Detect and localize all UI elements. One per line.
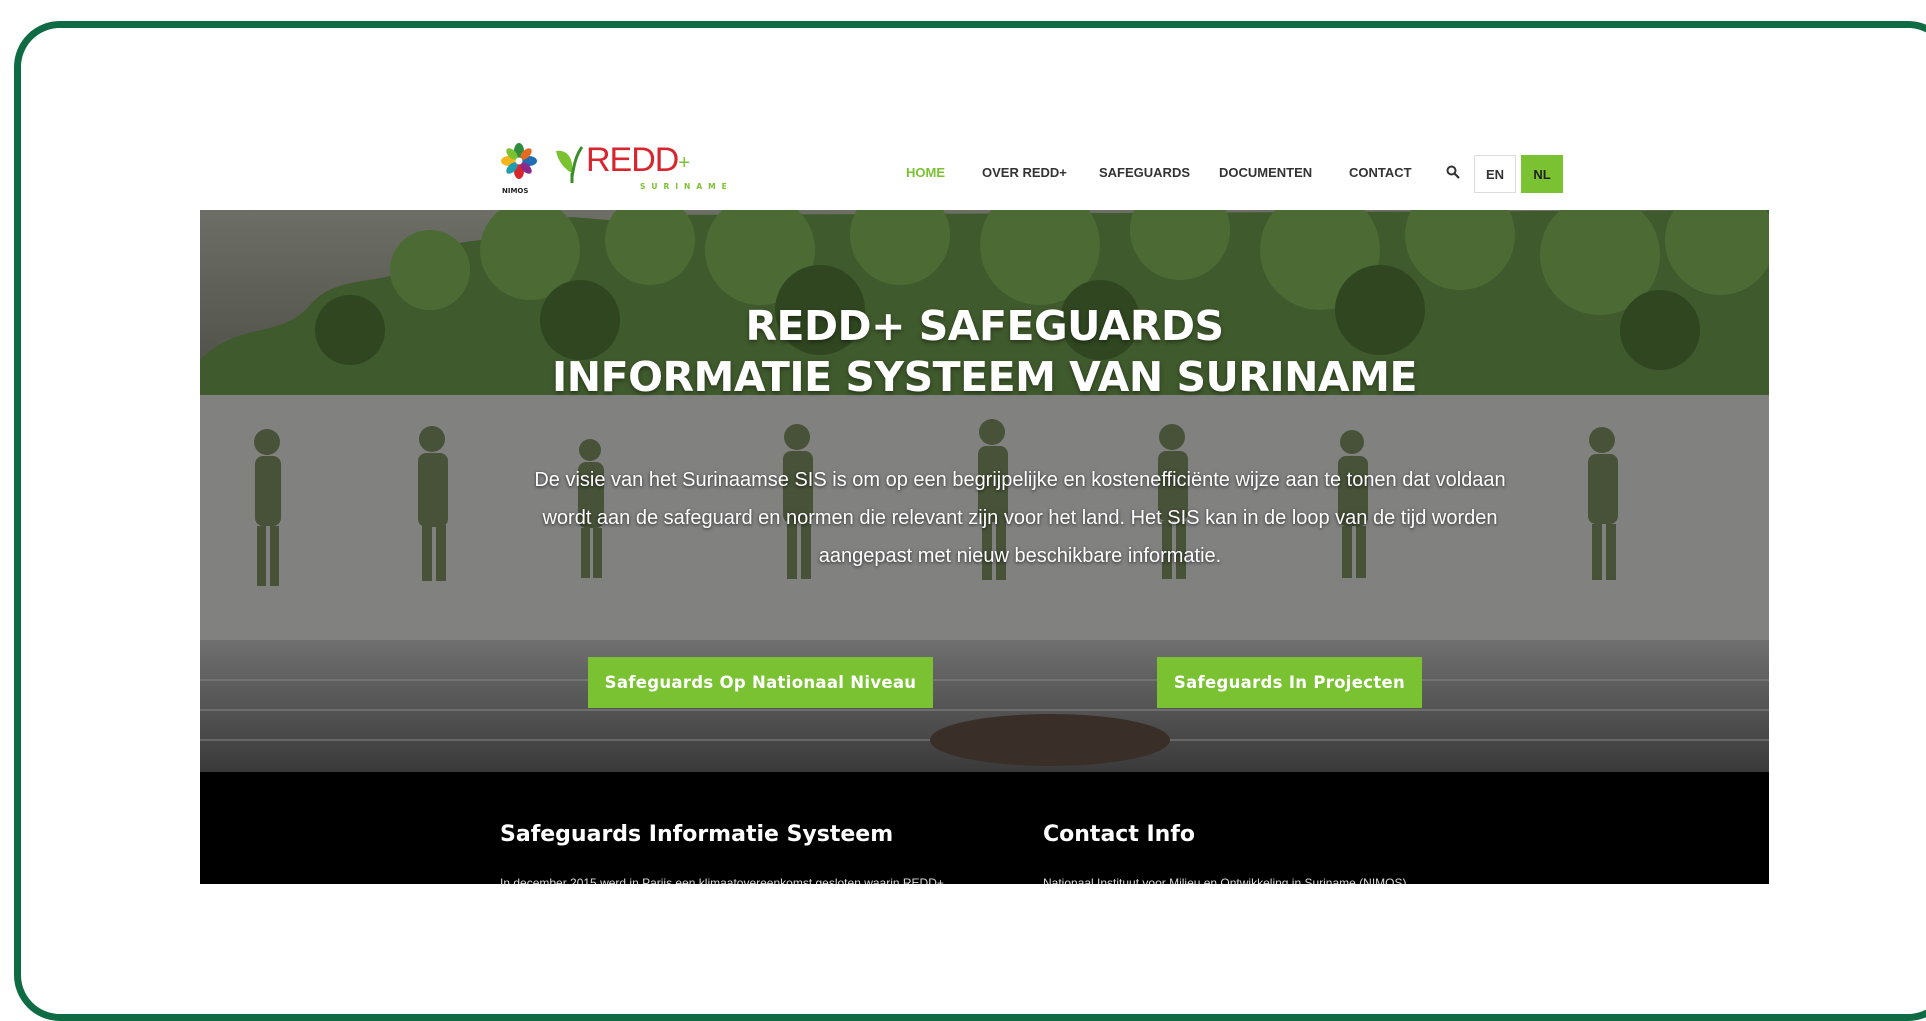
safeguards-projects-button[interactable]: Safeguards In Projecten xyxy=(1157,657,1422,708)
nav-home[interactable]: HOME xyxy=(906,165,945,180)
nav-safeguards[interactable]: SAFEGUARDS xyxy=(1099,165,1190,180)
hero-title-line2: INFORMATIE SYSTEEM VAN SURINAME xyxy=(552,353,1417,401)
redd-logo-plus: + xyxy=(678,152,691,174)
language-en-button[interactable]: EN xyxy=(1474,155,1516,193)
hero-description-line1: De visie van het Surinaamse SIS is om op… xyxy=(534,469,1506,491)
hero-title-line1: REDD+ SAFEGUARDS xyxy=(745,302,1224,350)
hero-banner: REDD+ SAFEGUARDS INFORMATIE SYSTEEM VAN … xyxy=(200,210,1769,772)
language-nl-button[interactable]: NL xyxy=(1521,155,1563,193)
hero-description: De visie van het Surinaamse SIS is om op… xyxy=(490,461,1550,575)
nimos-flower-icon xyxy=(501,143,537,179)
site-footer: Safeguards Informatie Systeem In decembe… xyxy=(200,772,1769,884)
nimos-logo-text: NIMOS xyxy=(502,187,529,195)
redd-logo-word: REDD xyxy=(586,141,679,179)
footer-sis-title: Safeguards Informatie Systeem xyxy=(500,822,894,847)
hero-description-line2: wordt aan de safeguard en normen die rel… xyxy=(542,507,1498,529)
nav-documenten[interactable]: DOCUMENTEN xyxy=(1219,165,1312,180)
footer-sis-text: In december 2015 werd in Parijs een klim… xyxy=(500,876,944,884)
nimos-logo[interactable]: NIMOS xyxy=(498,143,540,195)
hero-description-line3: aangepast met nieuw beschikbare informat… xyxy=(818,545,1222,567)
leaf-icon xyxy=(556,146,584,183)
safeguards-national-button[interactable]: Safeguards Op Nationaal Niveau xyxy=(588,657,933,708)
footer-contact-text: Nationaal Instituut voor Milieu en Ontwi… xyxy=(1043,876,1407,884)
nav-over-redd[interactable]: OVER REDD+ xyxy=(982,165,1067,180)
redd-logo-subtitle: SURINAME xyxy=(640,182,733,191)
footer-contact-title: Contact Info xyxy=(1043,822,1196,847)
redd-suriname-logo[interactable]: REDD + SURINAME xyxy=(552,141,727,195)
header-logos[interactable]: NIMOS REDD + SURINAME xyxy=(498,141,727,195)
search-icon[interactable] xyxy=(1446,165,1460,179)
nav-contact[interactable]: CONTACT xyxy=(1349,165,1412,180)
